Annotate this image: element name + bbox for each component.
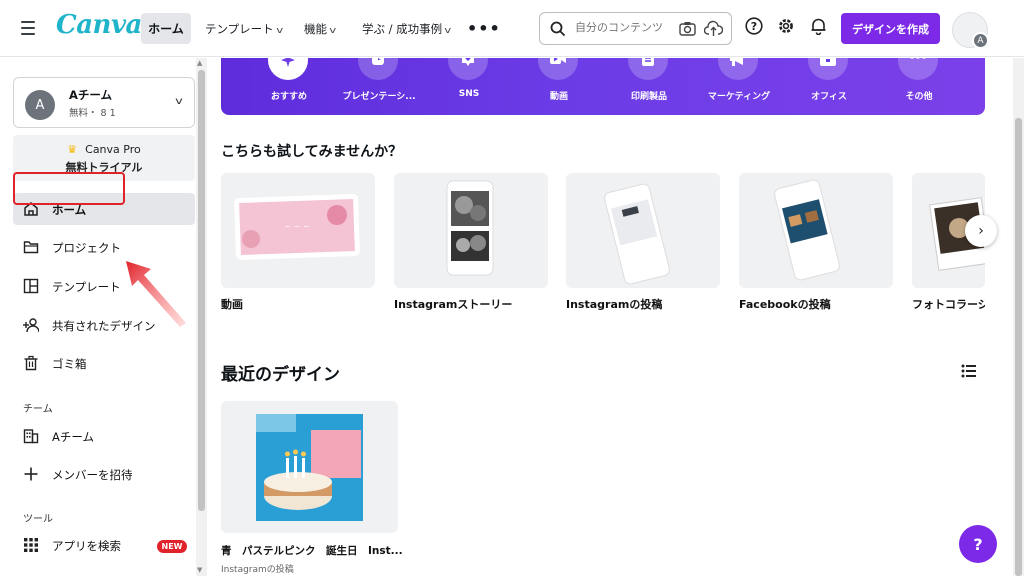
sidebar-item-label: メンバーを招待 (52, 468, 133, 482)
chevron-right-icon: › (978, 223, 984, 239)
sidebar-item-team[interactable]: Aチーム (13, 420, 195, 452)
presentation-icon (372, 58, 384, 65)
help-circle-icon[interactable]: ? (745, 17, 763, 35)
create-design-button[interactable]: デザインを作成 (841, 13, 940, 44)
search-icon (550, 21, 566, 37)
help-button[interactable]: ? (959, 525, 997, 563)
category-label: おすすめ (270, 92, 307, 102)
recent-design-name[interactable]: 青 パステルピンク 誕生日 Inst... (221, 543, 403, 558)
top-header: Canva ホーム テンプレートv 機能v 学ぶ / 成功事例v ••• ? デ… (0, 0, 1024, 57)
instagram-post-thumbnail (604, 183, 670, 285)
team-name: Aチーム (69, 88, 113, 102)
camera-icon[interactable] (679, 21, 696, 36)
annotation-arrow (126, 261, 186, 327)
bell-icon[interactable] (810, 17, 827, 35)
megaphone-icon (730, 58, 743, 66)
nav-templates-label: テンプレート (205, 22, 274, 36)
carousel-next-button[interactable]: › (965, 215, 997, 247)
chevron-down-icon: v (444, 26, 452, 36)
template-icon (23, 278, 39, 294)
apps-grid-icon (24, 538, 38, 552)
search-box[interactable] (539, 12, 732, 45)
story-template-thumbnail (446, 180, 494, 276)
nav-templates[interactable]: テンプレート v (205, 21, 283, 37)
sidebar-item-label: Aチーム (52, 430, 95, 444)
scroll-down-arrow-icon[interactable]: ▼ (197, 566, 202, 574)
chevron-down-icon: v (175, 96, 183, 107)
upload-cloud-icon[interactable] (704, 20, 723, 37)
sparkle-icon (281, 58, 295, 67)
nav-learn[interactable]: 学ぶ / 成功事例 v (362, 21, 451, 37)
sidebar-item-label: ゴミ箱 (52, 357, 87, 371)
category-label: 印刷製品 (630, 92, 667, 102)
chevron-down-icon: v (275, 26, 283, 36)
recent-design-type: Instagramの投稿 (221, 565, 294, 575)
briefcase-icon (820, 58, 836, 66)
template-card-instagram-post[interactable] (566, 173, 720, 288)
facebook-post-thumbnail (774, 179, 840, 281)
video-icon (550, 58, 566, 64)
category-label: その他 (905, 92, 933, 102)
sidebar-item-label: アプリを検索 (52, 539, 121, 553)
menu-icon[interactable] (21, 21, 35, 35)
folder-icon (23, 241, 39, 254)
crown-icon: ♛ (67, 143, 78, 156)
category-banner: おすすめ プレゼンテーシ... SNS 動画 印刷製品 マーケティング オフィス… (221, 58, 985, 115)
building-icon (23, 429, 39, 444)
category-label: マーケティング (707, 92, 771, 102)
template-label: Facebookの投稿 (739, 298, 831, 311)
template-card-facebook-post[interactable] (739, 173, 893, 288)
category-label: SNS (458, 89, 480, 99)
team-section-title: チーム (23, 404, 53, 415)
gear-icon[interactable] (777, 17, 795, 35)
template-label: Instagramの投稿 (566, 298, 663, 311)
avatar-badge: A (972, 32, 989, 49)
search-input[interactable] (575, 21, 663, 34)
new-badge: NEW (157, 540, 187, 553)
scroll-up-arrow-icon[interactable]: ▲ (197, 59, 202, 67)
team-switcher[interactable]: A Aチーム 無料・ 8 1 v (13, 77, 195, 128)
nav-features-label: 機能 (304, 22, 327, 36)
suggest-section-title: こちらも試してみませんか？ (221, 144, 403, 160)
sidebar-item-invite[interactable]: メンバーを招待 (13, 458, 195, 490)
pro-title: Canva Pro (85, 143, 141, 156)
sidebar-item-label: プロジェクト (52, 241, 121, 255)
heart-icon (462, 58, 474, 66)
template-label: 動画 (221, 298, 243, 311)
canva-logo[interactable]: Canva (56, 10, 142, 40)
template-label: Instagramストーリー (394, 298, 513, 311)
category-label: オフィス (811, 92, 847, 102)
team-plan: 無料・ 8 1 (69, 108, 116, 119)
template-label: フォトコラージ (912, 298, 985, 311)
recent-designs-title: 最近のデザイン (221, 365, 340, 385)
svg-text:~ ~ ~: ~ ~ ~ (284, 222, 309, 231)
more-icon (910, 58, 926, 59)
nav-features[interactable]: 機能 v (304, 21, 337, 37)
team-avatar: A (25, 90, 55, 120)
video-template-thumbnail: ~ ~ ~ (234, 194, 360, 260)
sidebar-item-trash[interactable]: ゴミ箱 (13, 347, 195, 379)
shared-people-icon (23, 318, 39, 333)
sidebar-item-label: テンプレート (52, 280, 121, 294)
recent-design-thumbnail (256, 414, 363, 521)
chevron-down-icon: v (329, 26, 337, 36)
template-card-instagram-story[interactable] (394, 173, 548, 288)
plus-icon (24, 467, 38, 481)
annotation-highlight-box (13, 172, 125, 205)
svg-text:?: ? (751, 20, 757, 33)
more-nav-icon[interactable]: ••• (467, 19, 501, 38)
recent-design-card[interactable] (221, 401, 398, 533)
trash-icon (24, 355, 38, 371)
nav-home[interactable]: ホーム (141, 13, 191, 44)
nav-learn-label: 学ぶ / 成功事例 (362, 22, 443, 36)
category-label: プレゼンテーシ... (342, 92, 416, 102)
template-card-video[interactable]: ~ ~ ~ (221, 173, 375, 288)
account-avatar[interactable]: A (952, 12, 989, 49)
tools-section-title: ツール (23, 514, 53, 525)
category-label: 動画 (549, 92, 568, 102)
main-scroll-thumb[interactable] (1015, 118, 1022, 576)
list-view-icon[interactable] (961, 364, 977, 378)
print-icon (642, 58, 654, 66)
sidebar-scroll-thumb[interactable] (198, 70, 205, 511)
